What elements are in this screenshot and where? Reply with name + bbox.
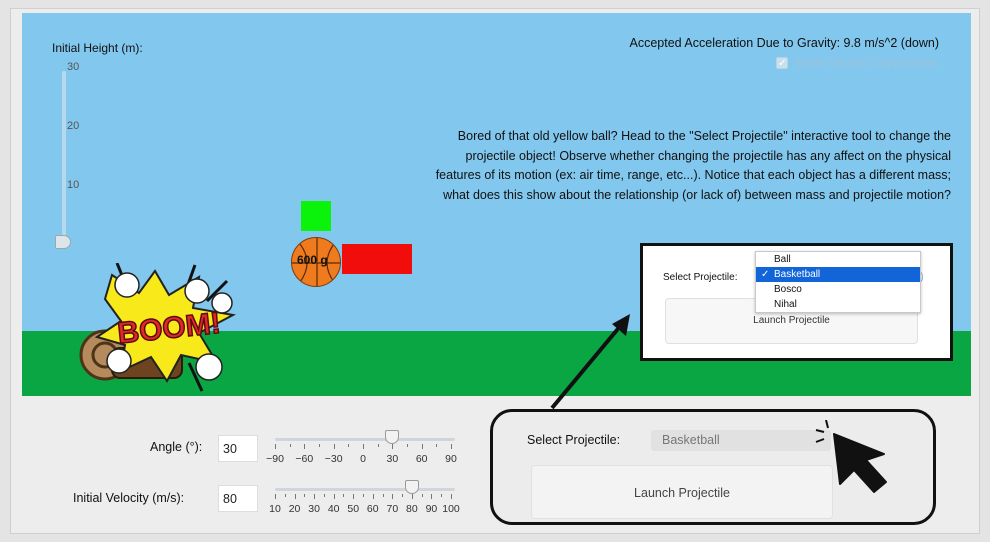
zoomed-projectile-dropdown: Select Projectile: Launch Projectile Bal… (640, 243, 953, 361)
initial-velocity-label: Initial Velocity (m/s): (73, 491, 185, 505)
zoom-select-label: Select Projectile: (663, 272, 738, 283)
launch-projectile-button[interactable]: Launch Projectile (531, 465, 833, 519)
cannon-boom-icon: BOOM! (79, 263, 237, 392)
velocity-tick-label: 40 (327, 503, 340, 515)
mouse-cursor-icon (815, 420, 887, 493)
velocity-minor-tick (323, 494, 325, 497)
velocity-minor-tick (304, 494, 306, 497)
velocity-tick-label: 10 (269, 503, 281, 515)
angle-tick (275, 444, 276, 449)
angle-minor-tick (377, 444, 379, 447)
instructions-text: Bored of that old yellow ball? Head to t… (435, 129, 951, 202)
initial-velocity-input[interactable]: 80 (218, 485, 258, 512)
velocity-slider-track[interactable] (275, 488, 455, 491)
dropdown-option-ball[interactable]: Ball (756, 252, 920, 267)
velocity-tick-label: 50 (347, 503, 360, 515)
velocity-minor-tick (382, 494, 384, 497)
angle-tick-label: 30 (386, 453, 399, 465)
angle-tick-label: 60 (415, 453, 428, 465)
angle-minor-tick (348, 444, 350, 447)
dropdown-option-basketball[interactable]: ✓ Basketball (756, 267, 920, 282)
projectile-dropdown-menu: Ball ✓ Basketball Bosco Nihal (755, 251, 921, 313)
vector-components-label: Show Vector Components (793, 56, 938, 70)
velocity-tick-label: 90 (425, 503, 438, 515)
angle-minor-tick (407, 444, 408, 447)
angle-minor-tick (289, 444, 291, 447)
initial-height-label: Initial Height (m): (52, 41, 143, 55)
velocity-tick-label: 80 (406, 503, 418, 515)
angle-tick (421, 444, 423, 449)
angle-tick (333, 444, 335, 449)
velocity-tick (451, 494, 452, 499)
gravity-text: Accepted Acceleration Due to Gravity: 9.… (629, 36, 939, 50)
height-tick-10: 10 (67, 179, 80, 191)
initial-height-slider-thumb[interactable] (55, 235, 71, 249)
angle-tick-label: −60 (295, 453, 314, 465)
velocity-tick-label: 20 (288, 503, 301, 515)
velocity-minor-tick (363, 494, 364, 497)
angle-input[interactable]: 30 (218, 435, 258, 462)
velocity-tick-label: 30 (308, 503, 320, 515)
velocity-tick (333, 494, 335, 499)
velocity-tick-label: 70 (386, 503, 399, 515)
velocity-tick (275, 494, 276, 499)
velocity-tick-label: 100 (442, 503, 460, 515)
checkmark-icon: ✓ (761, 269, 770, 280)
velocity-tick (353, 494, 355, 499)
angle-tick (451, 444, 452, 449)
velocity-tick (294, 494, 296, 499)
angle-tick (392, 444, 394, 449)
velocity-slider-thumb[interactable] (404, 480, 419, 494)
angle-tick (304, 444, 306, 449)
dropdown-option-nihal[interactable]: Nihal (756, 297, 920, 312)
arrow-up-right-icon (550, 314, 630, 410)
initial-height-slider-track[interactable] (62, 71, 66, 243)
height-tick-30: 30 (67, 61, 80, 73)
angle-tick-label: −30 (324, 453, 343, 465)
angle-tick-label: 90 (445, 453, 457, 465)
velocity-minor-tick (343, 494, 345, 497)
velocity-tick (431, 494, 433, 499)
angle-tick-label: −90 (266, 453, 284, 465)
angle-slider[interactable]: −90 −60 −30 0 30 60 90 (266, 430, 460, 465)
show-vector-components-toggle[interactable]: ✓ Show Vector Components (776, 56, 938, 70)
angle-tick (363, 444, 364, 449)
angle-label: Angle (°): (150, 440, 203, 454)
velocity-minor-tick (284, 494, 286, 497)
velocity-minor-tick (441, 494, 443, 497)
velocity-minor-tick (402, 494, 404, 497)
angle-tick-label: 0 (360, 453, 366, 465)
angle-slider-track[interactable] (275, 438, 455, 441)
angle-minor-tick (319, 444, 320, 447)
green-box (301, 201, 331, 231)
velocity-tick (314, 494, 316, 499)
red-box (342, 244, 412, 274)
height-tick-20: 20 (67, 120, 80, 132)
angle-slider-thumb[interactable] (385, 430, 400, 444)
dropdown-option-bosco[interactable]: Bosco (756, 282, 920, 297)
checkbox-icon[interactable]: ✓ (776, 57, 789, 69)
initial-velocity-slider[interactable]: 10 20 30 40 50 60 70 80 90 100 (269, 480, 460, 515)
velocity-tick (411, 494, 413, 499)
angle-minor-tick (436, 444, 438, 447)
velocity-tick-label: 60 (366, 503, 379, 515)
select-projectile-label: Select Projectile: (527, 433, 621, 447)
velocity-tick (392, 494, 394, 499)
projectile-mass-label: 600 g (297, 253, 328, 267)
select-projectile-dropdown[interactable]: Basketball (651, 430, 831, 451)
velocity-tick (372, 494, 374, 499)
velocity-minor-tick (421, 494, 423, 497)
